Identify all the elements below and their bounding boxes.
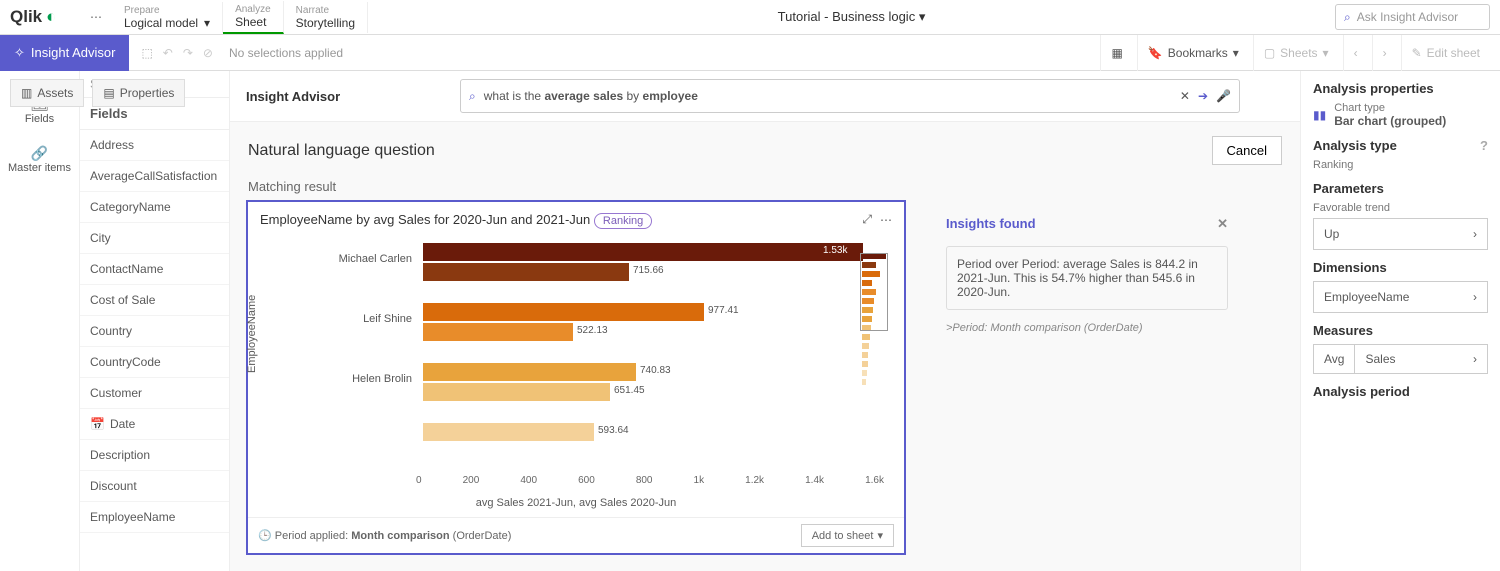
dimensions-title: Dimensions xyxy=(1313,260,1488,275)
dimension-select[interactable]: EmployeeName› xyxy=(1313,281,1488,313)
nl-question-title: Natural language question xyxy=(248,142,435,160)
insight-card[interactable]: Period over Period: average Sales is 844… xyxy=(946,246,1228,310)
analysis-properties-title: Analysis properties xyxy=(1313,81,1488,96)
y-axis-label: EmployeeName xyxy=(246,295,258,373)
bar-label: Helen Brolin xyxy=(278,373,418,385)
step-fwd-icon[interactable]: ↷ xyxy=(183,46,193,60)
measures-title: Measures xyxy=(1313,323,1488,338)
field-item[interactable]: Cost of Sale xyxy=(80,285,229,316)
chart-card: EmployeeName by avg Sales for 2020-Jun a… xyxy=(246,200,906,555)
field-item[interactable]: Address xyxy=(80,130,229,161)
field-item[interactable]: AverageCallSatisfaction xyxy=(80,161,229,192)
field-item[interactable]: EmployeeName xyxy=(80,502,229,533)
period-footer: 🕒 Period applied: Month comparison (Orde… xyxy=(258,529,511,542)
field-item[interactable]: 📅Date xyxy=(80,409,229,440)
clear-icon[interactable]: ✕ xyxy=(1180,89,1190,103)
app-title[interactable]: Tutorial - Business logic ▾ xyxy=(368,9,1335,25)
next-sheet-icon[interactable]: › xyxy=(1372,35,1397,71)
nl-search-input[interactable]: ⌕ what is the average sales by employee … xyxy=(460,79,1240,113)
search-icon: ⌕ xyxy=(469,89,476,104)
field-item[interactable]: Description xyxy=(80,440,229,471)
ranking-badge: Ranking xyxy=(594,213,652,229)
analysis-type-title: Analysis type? xyxy=(1313,138,1488,153)
field-item[interactable]: Discount xyxy=(80,471,229,502)
insight-advisor-button[interactable]: ✧ Insight Advisor xyxy=(0,35,129,71)
submit-icon[interactable]: ➔ xyxy=(1198,89,1208,103)
step-back-icon[interactable]: ↶ xyxy=(163,46,173,60)
close-icon[interactable]: ✕ xyxy=(1217,216,1228,232)
field-item[interactable]: ContactName xyxy=(80,254,229,285)
measure-select[interactable]: Avg Sales› xyxy=(1313,344,1488,374)
clear-selection-icon[interactable]: ⊘ xyxy=(203,46,213,60)
parameters-title: Parameters xyxy=(1313,181,1488,196)
panel-icon: ▤ xyxy=(103,86,114,100)
edit-sheet-button[interactable]: ✎ Edit sheet xyxy=(1401,35,1490,71)
ask-insight-input[interactable]: ⌕ Ask Insight Advisor xyxy=(1335,4,1490,30)
bar-label: Michael Carlen xyxy=(278,253,418,265)
clock-icon: 🕒 xyxy=(258,530,272,542)
assets-button[interactable]: ▥Assets xyxy=(10,79,84,107)
field-item[interactable]: CategoryName xyxy=(80,192,229,223)
apps-icon[interactable]: ▦ xyxy=(1100,35,1132,71)
qlik-logo[interactable]: Qlik◐ xyxy=(0,7,80,27)
selection-tool-icon[interactable]: ⬚ xyxy=(141,46,152,60)
insights-panel: Insights found ✕ Period over Period: ave… xyxy=(932,200,1242,348)
chevron-right-icon: › xyxy=(1473,227,1477,241)
field-item[interactable]: City xyxy=(80,223,229,254)
more-icon[interactable]: ⋯ xyxy=(880,213,892,227)
bookmarks-button[interactable]: 🔖 Bookmarks ▾ xyxy=(1137,35,1249,71)
favorable-trend-label: Favorable trend xyxy=(1313,202,1488,214)
link-icon: 🔗 xyxy=(0,145,79,162)
no-selections-label: No selections applied xyxy=(223,46,343,60)
rail-master-items[interactable]: 🔗 Master items xyxy=(0,135,79,184)
more-icon[interactable]: ⋯ xyxy=(80,10,112,24)
insights-title: Insights found xyxy=(946,216,1036,232)
chart-type-label: Chart type xyxy=(1334,102,1446,114)
properties-button[interactable]: ▤Properties xyxy=(92,79,185,107)
nav-analyze[interactable]: Analyze Sheet xyxy=(223,1,284,34)
analysis-period-title: Analysis period xyxy=(1313,384,1488,399)
x-axis-label: avg Sales 2021-Jun, avg Sales 2020-Jun xyxy=(248,497,904,509)
field-item[interactable]: Country xyxy=(80,316,229,347)
mic-icon[interactable]: 🎤 xyxy=(1216,89,1231,103)
cancel-button[interactable]: Cancel xyxy=(1212,136,1282,165)
help-icon[interactable]: ? xyxy=(1480,138,1488,153)
bar-label: Leif Shine xyxy=(278,313,418,325)
sparkle-icon: ✧ xyxy=(14,45,25,61)
expand-icon[interactable]: ⤢ xyxy=(862,212,872,227)
chevron-right-icon: › xyxy=(1473,290,1477,304)
nav-prepare[interactable]: Prepare Logical model▾ xyxy=(112,2,223,33)
panel-icon: ▥ xyxy=(21,86,32,100)
favorable-trend-select[interactable]: Up› xyxy=(1313,218,1488,250)
sheets-button[interactable]: ▢ Sheets ▾ xyxy=(1253,35,1339,71)
add-to-sheet-button[interactable]: Add to sheet ▾ xyxy=(801,524,894,547)
matching-result-label: Matching result xyxy=(230,179,1300,200)
chart-title: EmployeeName by avg Sales for 2020-Jun a… xyxy=(260,212,854,227)
x-axis: 02004006008001k1.2k1.4k1.6k xyxy=(416,475,884,489)
search-icon: ⌕ xyxy=(1344,10,1351,25)
chart-type-value: Bar chart (grouped) xyxy=(1334,114,1446,128)
nav-narrate[interactable]: Narrate Storytelling xyxy=(284,2,368,33)
chevron-right-icon: › xyxy=(1473,352,1477,366)
insight-note: >Period: Month comparison (OrderDate) xyxy=(932,318,1242,338)
calendar-icon: 📅 xyxy=(90,417,105,431)
chevron-down-icon: ▾ xyxy=(204,16,210,30)
prev-sheet-icon[interactable]: ‹ xyxy=(1343,35,1368,71)
chart-minimap[interactable] xyxy=(862,253,886,443)
analysis-type-value: Ranking xyxy=(1313,159,1488,171)
insight-advisor-label: Insight Advisor xyxy=(240,89,460,104)
field-item[interactable]: CountryCode xyxy=(80,347,229,378)
field-item[interactable]: Customer xyxy=(80,378,229,409)
chevron-down-icon: ▾ xyxy=(919,9,926,24)
bar-chart-icon: ▮▮ xyxy=(1313,108,1326,122)
